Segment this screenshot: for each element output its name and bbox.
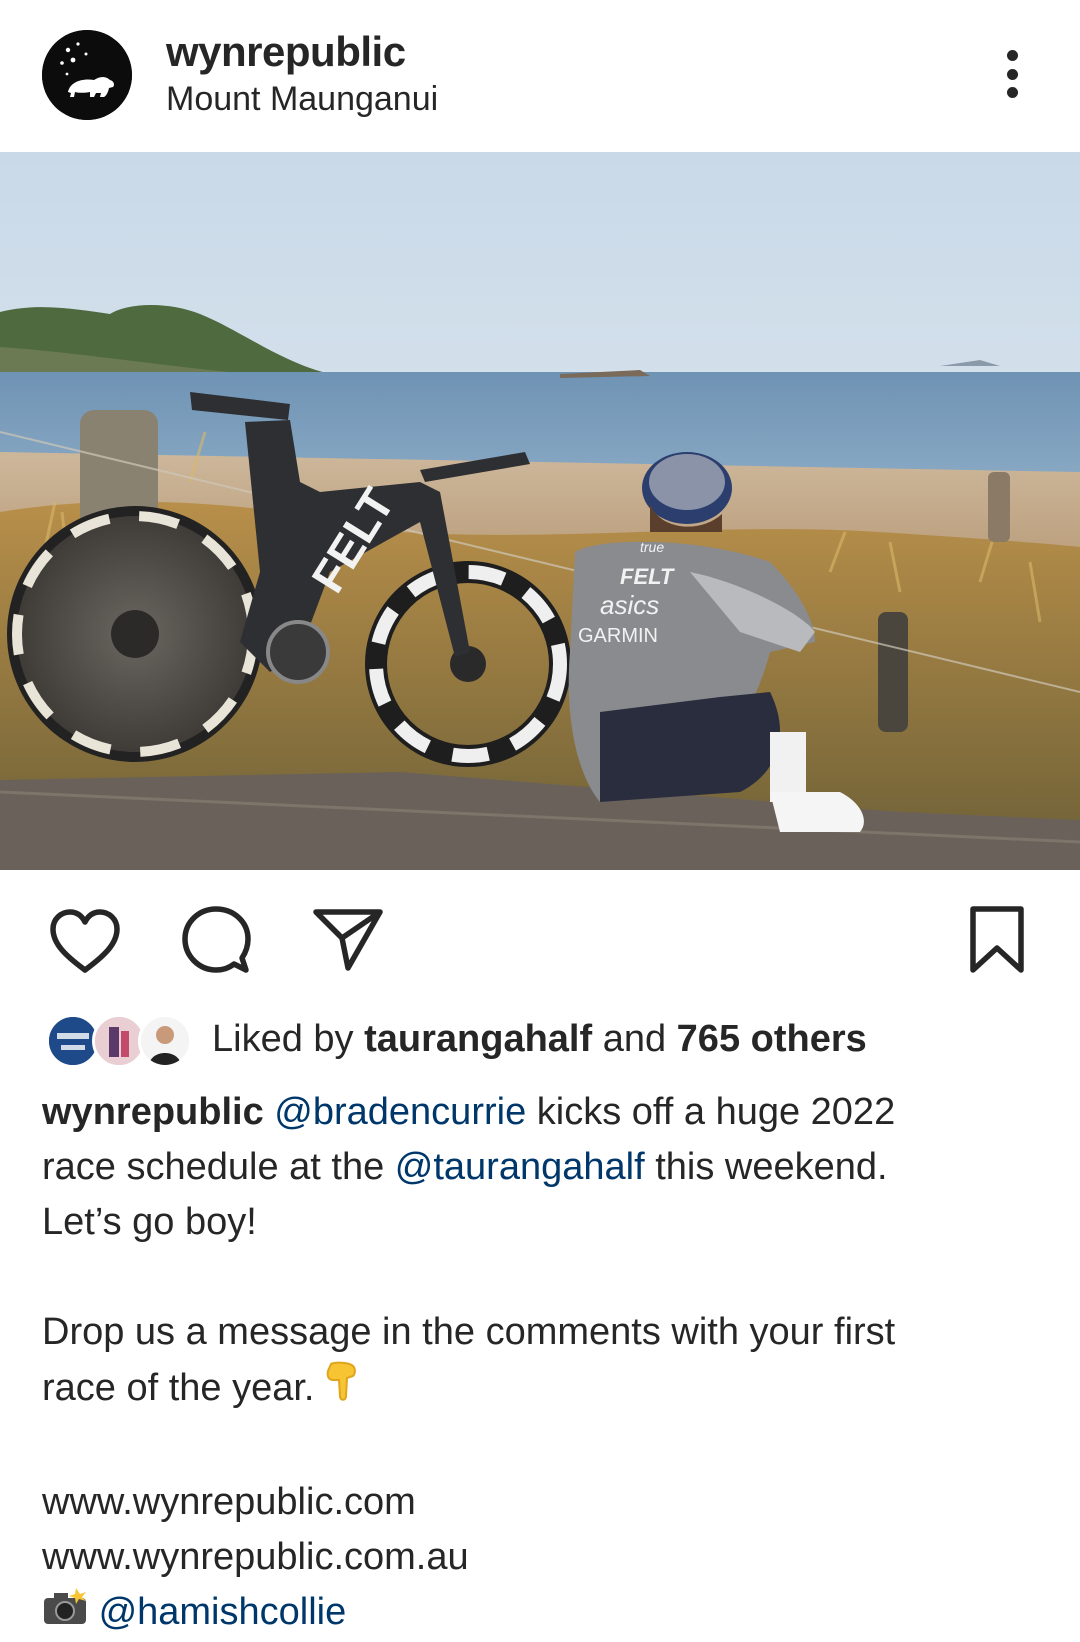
caption-line: race of the year. bbox=[42, 1360, 1042, 1420]
comment-bubble-icon[interactable] bbox=[180, 904, 252, 976]
website-link-2[interactable]: www.wynrepublic.com.au bbox=[42, 1530, 1042, 1585]
caption-text: race schedule at the bbox=[42, 1146, 395, 1188]
caption-line: Let’s go boy! bbox=[42, 1201, 257, 1243]
liker-avatars bbox=[46, 1014, 196, 1070]
caption-text: race of the year. bbox=[42, 1367, 326, 1410]
jersey-text-garmin: GARMIN bbox=[578, 625, 658, 647]
likes-prefix: Liked by bbox=[212, 1018, 365, 1060]
more-dot bbox=[1006, 50, 1018, 61]
jersey-text-true: true bbox=[640, 539, 664, 555]
caption-line: Drop us a message in the comments with y… bbox=[42, 1311, 896, 1353]
star-bear-logo-icon bbox=[42, 30, 132, 120]
caption-text: this weekend. bbox=[644, 1146, 888, 1188]
bookmark-icon[interactable] bbox=[968, 904, 1026, 976]
more-dot bbox=[1006, 87, 1018, 98]
profile-avatar[interactable] bbox=[42, 30, 132, 120]
caption-text: kicks off a huge 2022 bbox=[526, 1091, 896, 1133]
caption-line: wynrepublic @bradencurrie kicks off a hu… bbox=[42, 1085, 1042, 1140]
jersey-text-asics: asics bbox=[600, 590, 659, 620]
mention-taurangahalf[interactable]: @taurangahalf bbox=[395, 1146, 645, 1188]
paper-plane-icon[interactable] bbox=[312, 906, 384, 972]
mention-bradencurrie[interactable]: @bradencurrie bbox=[274, 1091, 526, 1133]
post-location[interactable]: Mount Maunganui bbox=[166, 80, 438, 119]
likes-count[interactable]: 765 others bbox=[677, 1018, 867, 1060]
likes-middle: and bbox=[592, 1018, 677, 1060]
likes-row[interactable]: Liked by taurangahalf and 765 others bbox=[46, 1010, 1046, 1074]
jersey-text-felt: FELT bbox=[620, 564, 675, 589]
more-dot bbox=[1006, 68, 1018, 80]
likes-summary: Liked by taurangahalf and 765 others bbox=[212, 1018, 867, 1061]
post-photo[interactable]: FELT true FELT asics GARMIN bbox=[0, 152, 1080, 870]
heart-icon[interactable] bbox=[48, 908, 122, 974]
pointing-down-emoji bbox=[325, 1360, 359, 1420]
beach-bike-photo: FELT true FELT asics GARMIN bbox=[0, 152, 1080, 870]
post-action-bar bbox=[0, 870, 1080, 1000]
post-username[interactable]: wynrepublic bbox=[166, 28, 406, 76]
post-header: wynrepublic Mount Maunganui bbox=[0, 0, 1080, 152]
caption-line: @hamishcollie bbox=[42, 1585, 1042, 1642]
likes-user[interactable]: taurangahalf bbox=[364, 1018, 592, 1060]
caption-line: race schedule at the @taurangahalf this … bbox=[42, 1140, 1042, 1195]
liker-avatar bbox=[138, 1014, 192, 1068]
website-link-1[interactable]: www.wynrepublic.com bbox=[42, 1475, 1042, 1530]
post-caption: wynrepublic @bradencurrie kicks off a hu… bbox=[42, 1085, 1042, 1642]
caption-author[interactable]: wynrepublic bbox=[42, 1091, 264, 1133]
camera-flash-emoji bbox=[42, 1586, 88, 1642]
more-options-icon[interactable] bbox=[990, 44, 1034, 104]
mention-hamishcollie[interactable]: @hamishcollie bbox=[99, 1591, 347, 1633]
